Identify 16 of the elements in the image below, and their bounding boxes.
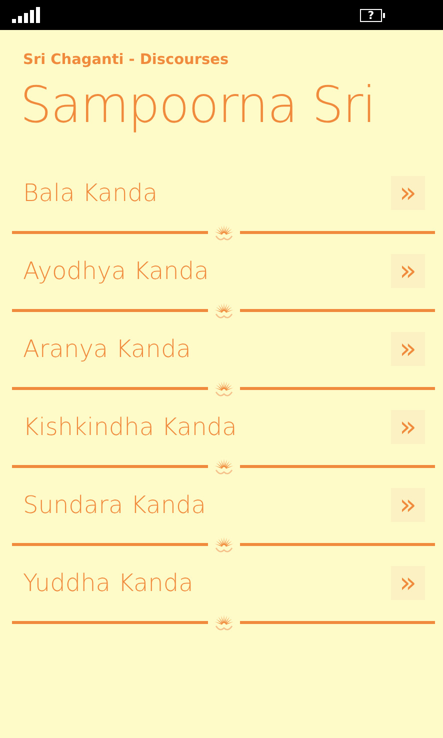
forward-button[interactable]: » [391,176,425,210]
forward-button[interactable]: » [391,488,425,522]
app-title: Sri Chaganti - Discourses [22,51,230,70]
battery-icon: ? [360,8,382,22]
signal-icon [12,7,41,23]
forward-button[interactable]: » [391,566,425,600]
forward-button[interactable]: » [391,254,425,288]
page-title: Sampoorna Sri [19,74,376,136]
list-item[interactable]: Sundara Kanda [23,487,206,524]
forward-button[interactable]: » [391,410,425,444]
list-item[interactable]: Yuddha Kanda [23,565,194,602]
list-item[interactable]: Ayodhya Kanda [23,253,209,290]
forward-button[interactable]: » [391,332,425,366]
list-item[interactable]: Bala Kanda [23,175,158,212]
list-item[interactable]: Aranya Kanda [23,331,191,368]
list-item[interactable]: Kishkindha Kanda [23,409,237,446]
